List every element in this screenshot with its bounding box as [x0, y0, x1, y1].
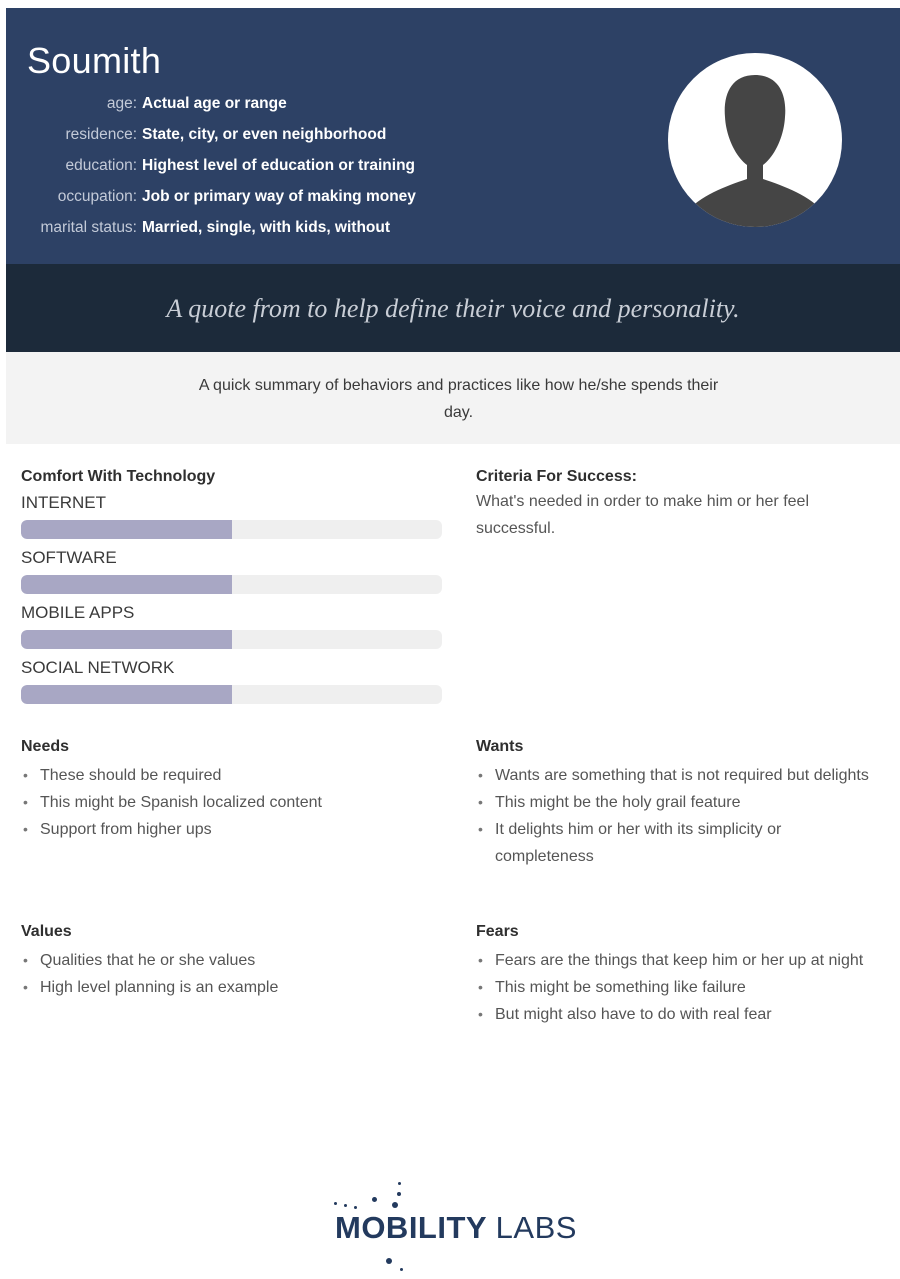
skill-bar-track — [21, 520, 442, 539]
fears-title: Fears — [476, 923, 519, 940]
fears-section: Fears Fears are the things that keep him… — [476, 921, 871, 1028]
skill-bar-fill — [21, 685, 232, 704]
detail-row-education: education: Highest level of education or… — [6, 155, 486, 186]
persona-quote: A quote from to help define their voice … — [166, 294, 740, 323]
skill-software: SOFTWARE — [21, 543, 442, 598]
detail-label: marital status: — [40, 219, 137, 236]
avatar — [668, 53, 842, 227]
detail-label: age: — [106, 95, 137, 112]
values-list: Qualities that he or she values High lev… — [21, 947, 451, 1001]
persona-name: Soumith — [27, 40, 162, 81]
list-item: Support from higher ups — [21, 816, 451, 843]
detail-value: State, city, or even neighborhood — [142, 126, 387, 143]
list-item: These should be required — [21, 762, 451, 789]
detail-value: Highest level of education or training — [142, 157, 416, 174]
list-item: This might be the holy grail feature — [476, 789, 871, 816]
logo-dot — [397, 1192, 401, 1196]
list-item: This might be something like failure — [476, 974, 871, 1001]
values-title: Values — [21, 923, 72, 940]
skill-bar-track — [21, 575, 442, 594]
detail-label: occupation: — [57, 188, 137, 205]
logo-dot — [354, 1206, 357, 1209]
detail-row-residence: residence: State, city, or even neighbor… — [6, 124, 486, 155]
logo-dot — [386, 1258, 392, 1264]
detail-row-age: age: Actual age or range — [6, 93, 486, 124]
detail-row-occupation: occupation: Job or primary way of making… — [6, 186, 486, 217]
wants-section: Wants Wants are something that is not re… — [476, 736, 871, 870]
logo-dot — [398, 1182, 401, 1185]
detail-value: Married, single, with kids, without — [142, 219, 391, 236]
detail-row-marital-status: marital status: Married, single, with ki… — [6, 217, 486, 248]
list-item: Fears are the things that keep him or he… — [476, 947, 871, 974]
skill-mobile-apps: MOBILE APPS — [21, 598, 442, 653]
skill-label: SOFTWARE — [21, 548, 117, 567]
detail-value: Job or primary way of making money — [142, 188, 416, 205]
detail-label: residence: — [65, 126, 137, 143]
logo-word-bold: MOBILITY — [335, 1210, 487, 1245]
needs-title: Needs — [21, 738, 70, 755]
skill-label: INTERNET — [21, 493, 106, 512]
criteria-for-success: Criteria For Success: What's needed in o… — [476, 466, 876, 542]
skill-list: INTERNET SOFTWARE MOBILE APPS SOCIAL NET… — [21, 488, 442, 708]
list-item: This might be Spanish localized content — [21, 789, 451, 816]
logo-dot — [400, 1268, 403, 1271]
persona-header: Soumith age: Actual age or range residen… — [6, 8, 900, 264]
logo-dot — [372, 1197, 377, 1202]
skill-bar-fill — [21, 520, 232, 539]
comfort-with-technology: Comfort With Technology INTERNET SOFTWAR… — [21, 466, 442, 708]
summary-band: A quick summary of behaviors and practic… — [6, 352, 900, 444]
needs-list: These should be required This might be S… — [21, 762, 451, 843]
skill-internet: INTERNET — [21, 488, 442, 543]
detail-label: education: — [65, 157, 137, 174]
fears-list: Fears are the things that keep him or he… — [476, 947, 871, 1028]
persona-summary: A quick summary of behaviors and practic… — [198, 377, 719, 421]
wants-title: Wants — [476, 738, 524, 755]
mobility-labs-logo: MOBILITY LABS — [330, 1172, 600, 1277]
skill-social-network: SOCIAL NETWORK — [21, 653, 442, 708]
skill-bar-fill — [21, 630, 232, 649]
skill-label: MOBILE APPS — [21, 603, 135, 622]
quote-band: A quote from to help define their voice … — [6, 264, 900, 352]
criteria-title: Criteria For Success: — [476, 468, 637, 485]
skill-bar-track — [21, 685, 442, 704]
needs-section: Needs These should be required This migh… — [21, 736, 451, 843]
list-item: High level planning is an example — [21, 974, 451, 1001]
values-section: Values Qualities that he or she values H… — [21, 921, 451, 1001]
persona-details: age: Actual age or range residence: Stat… — [6, 93, 486, 248]
person-silhouette-icon — [686, 75, 824, 227]
skill-bar-fill — [21, 575, 232, 594]
list-item: It delights him or her with its simplici… — [476, 816, 871, 870]
logo-dot — [392, 1202, 398, 1208]
skill-bar-track — [21, 630, 442, 649]
wants-list: Wants are something that is not required… — [476, 762, 871, 870]
list-item: Wants are something that is not required… — [476, 762, 871, 789]
list-item: Qualities that he or she values — [21, 947, 451, 974]
logo-word-light: LABS — [495, 1210, 577, 1245]
logo-dot — [334, 1202, 337, 1205]
criteria-text: What's needed in order to make him or he… — [476, 493, 809, 537]
logo-dot — [344, 1204, 347, 1207]
detail-value: Actual age or range — [142, 95, 287, 112]
list-item: But might also have to do with real fear — [476, 1001, 871, 1028]
logo-wordmark: MOBILITY LABS — [335, 1210, 577, 1246]
skill-label: SOCIAL NETWORK — [21, 658, 175, 677]
comfort-title: Comfort With Technology — [21, 468, 216, 485]
